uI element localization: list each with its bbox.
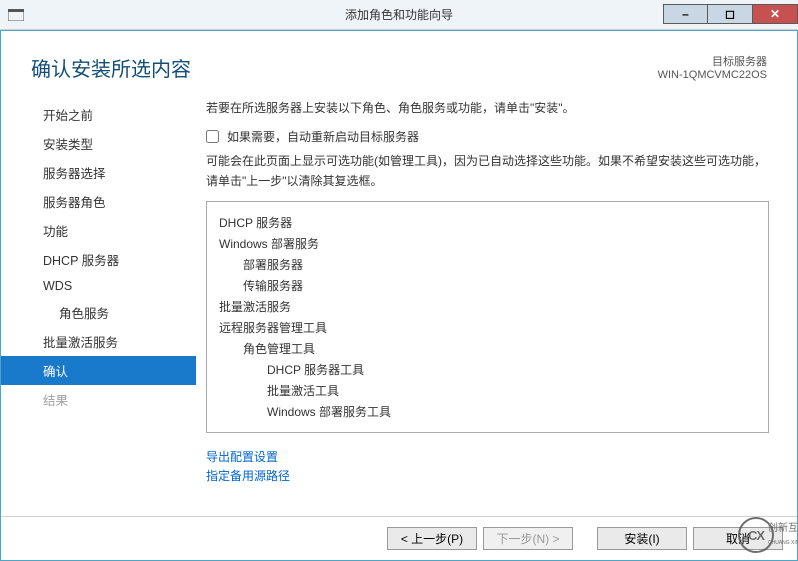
wizard-step[interactable]: 服务器选择 <box>1 158 196 187</box>
wizard-step[interactable]: 确认 <box>1 356 196 385</box>
app-icon <box>8 8 26 22</box>
wizard-steps-sidebar: 开始之前安装类型服务器选择服务器角色功能DHCP 服务器WDS角色服务批量激活服… <box>1 92 196 487</box>
install-button[interactable]: 安装(I) <box>597 527 687 550</box>
cancel-button[interactable]: 取消 <box>693 527 783 550</box>
wizard-header: 确认安装所选内容 目标服务器 WIN-1QMCVMC22OS <box>1 31 797 92</box>
wizard-footer: < 上一步(P) 下一步(N) > 安装(I) 取消 <box>1 516 797 560</box>
target-server-label: 目标服务器 <box>658 53 767 69</box>
page-title: 确认安装所选内容 <box>31 53 191 82</box>
role-item: 批量激活工具 <box>267 380 756 401</box>
wizard-step[interactable]: 角色服务 <box>1 298 196 327</box>
wizard-step[interactable]: DHCP 服务器 <box>1 245 196 274</box>
selected-roles-listbox[interactable]: DHCP 服务器Windows 部署服务部署服务器传输服务器批量激活服务远程服务… <box>206 201 769 433</box>
minimize-button[interactable]: – <box>663 4 708 24</box>
export-config-link[interactable]: 导出配置设置 <box>206 447 769 466</box>
description-text: 可能会在此页面上显示可选功能(如管理工具)，因为已自动选择这些功能。如果不希望安… <box>206 151 769 191</box>
window-title: 添加角色和功能向导 <box>345 6 453 23</box>
window-controls: – ◻ ✕ <box>663 5 798 24</box>
wizard-content: 若要在所选服务器上安装以下角色、角色服务或功能，请单击"安装"。 如果需要，自动… <box>196 92 797 487</box>
role-item: Windows 部署服务 <box>219 233 756 254</box>
role-item: 远程服务器管理工具 <box>219 317 756 338</box>
wizard-step[interactable]: 服务器角色 <box>1 187 196 216</box>
maximize-button[interactable]: ◻ <box>708 4 753 24</box>
wizard-step[interactable]: WDS <box>1 274 196 298</box>
role-item: 批量激活服务 <box>219 296 756 317</box>
wizard-step[interactable]: 批量激活服务 <box>1 327 196 356</box>
role-item: 传输服务器 <box>243 275 756 296</box>
role-item: DHCP 服务器工具 <box>267 359 756 380</box>
next-button: 下一步(N) > <box>483 527 573 550</box>
role-item: 角色管理工具 <box>243 338 756 359</box>
role-item: 部署服务器 <box>243 254 756 275</box>
wizard-step[interactable]: 安装类型 <box>1 129 196 158</box>
role-item: Windows 部署服务工具 <box>267 401 756 422</box>
action-links: 导出配置设置 指定备用源路径 <box>206 447 769 485</box>
wizard-step: 结果 <box>1 385 196 414</box>
target-server-info: 目标服务器 WIN-1QMCVMC22OS <box>658 53 767 82</box>
wizard-step[interactable]: 开始之前 <box>1 100 196 129</box>
titlebar: 添加角色和功能向导 – ◻ ✕ <box>0 0 798 30</box>
window-body: 确认安装所选内容 目标服务器 WIN-1QMCVMC22OS 开始之前安装类型服… <box>0 30 798 561</box>
target-server-value: WIN-1QMCVMC22OS <box>658 69 767 81</box>
role-item: DHCP 服务器 <box>219 212 756 233</box>
intro-text: 若要在所选服务器上安装以下角色、角色服务或功能，请单击"安装"。 <box>206 98 769 118</box>
auto-restart-label: 如果需要，自动重新启动目标服务器 <box>227 128 419 145</box>
auto-restart-checkbox-row[interactable]: 如果需要，自动重新启动目标服务器 <box>206 128 769 145</box>
auto-restart-checkbox[interactable] <box>206 130 219 143</box>
alt-source-link[interactable]: 指定备用源路径 <box>206 466 769 485</box>
wizard-step[interactable]: 功能 <box>1 216 196 245</box>
previous-button[interactable]: < 上一步(P) <box>387 527 477 550</box>
close-button[interactable]: ✕ <box>753 4 798 24</box>
